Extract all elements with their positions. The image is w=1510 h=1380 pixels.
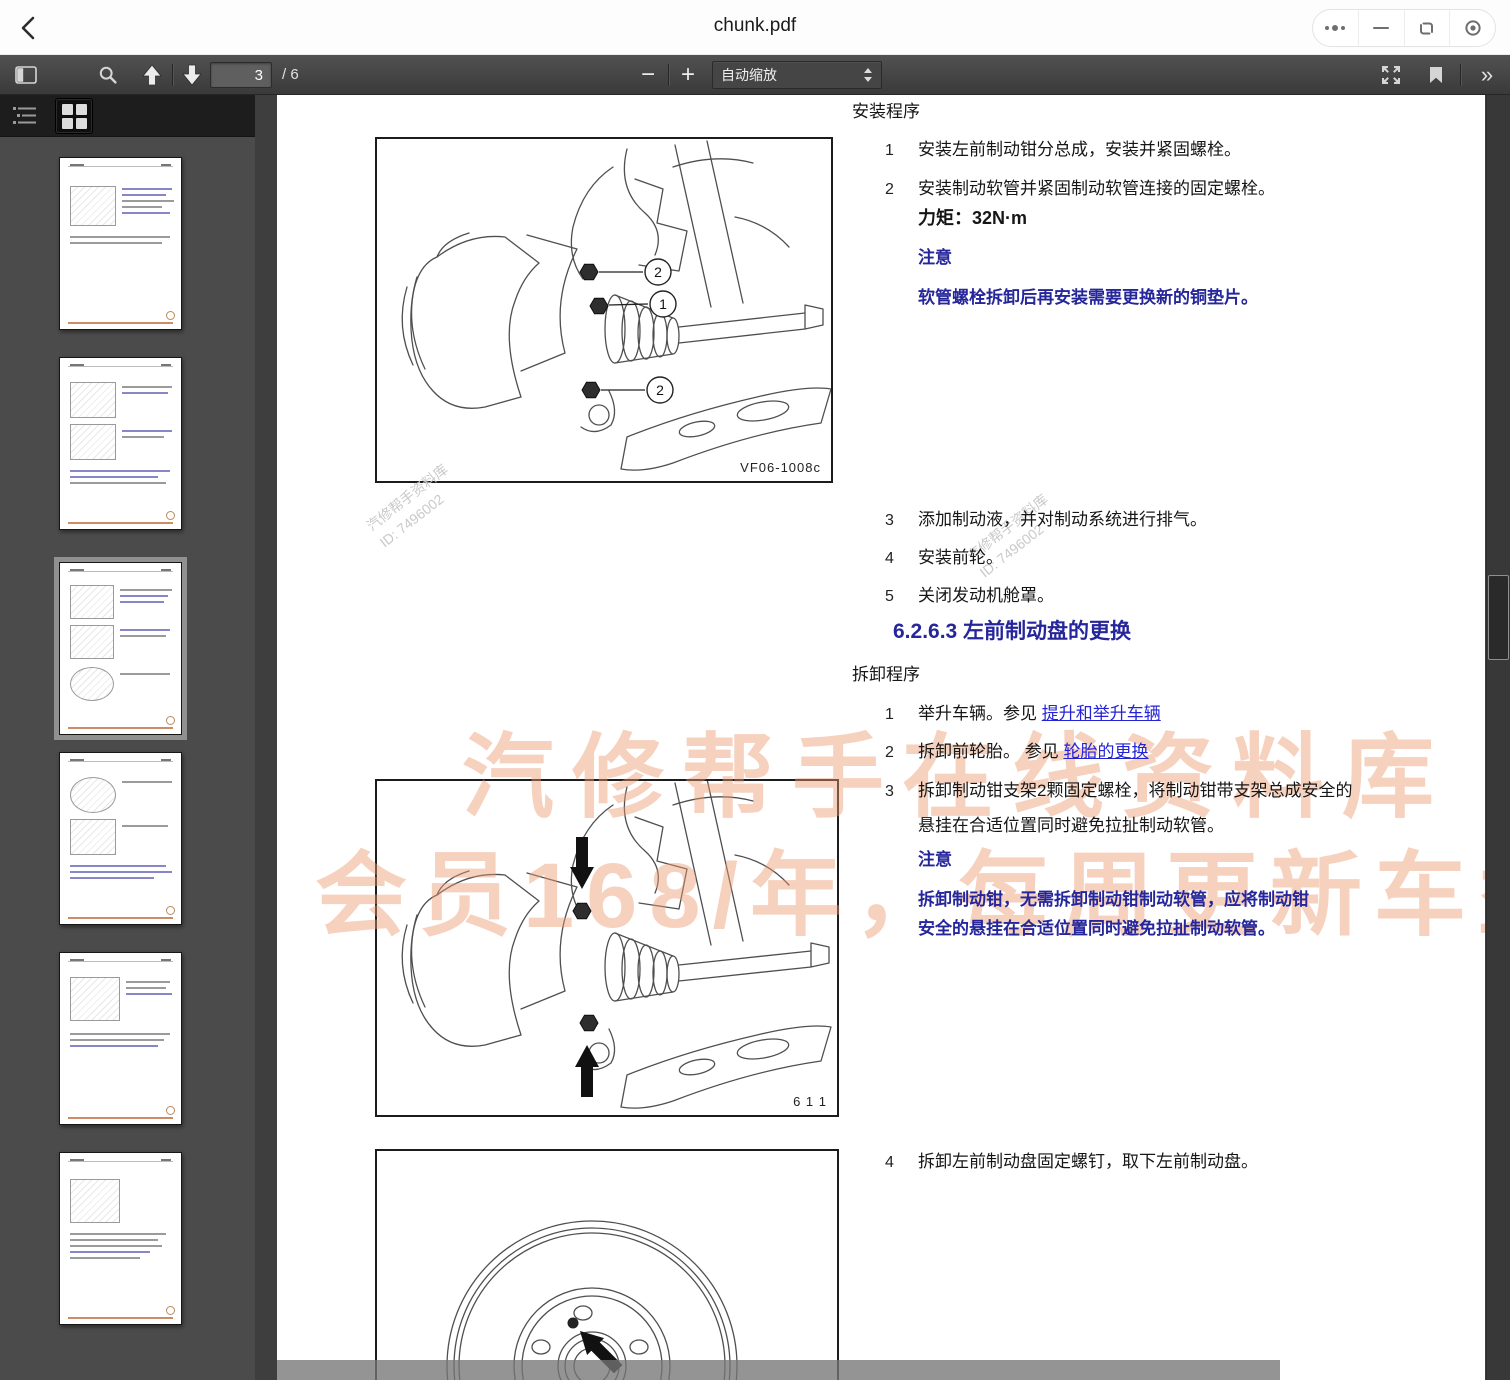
svg-text:2: 2 xyxy=(654,264,662,280)
thumbnails-grid-icon xyxy=(62,104,87,129)
page-total-label: / 6 xyxy=(282,66,299,83)
viewer-area: 汽修帮手在线资料库 会员168/年，每周更新车型 汽修帮手资料库ID: 7496… xyxy=(255,95,1510,1380)
find-button[interactable] xyxy=(92,59,124,91)
pdf-toolbar: / 6 − + 自动缩放 xyxy=(0,55,1510,95)
install-step-3: 3添加制动液，并对制动系统进行排气。 xyxy=(885,505,1207,530)
restore-button[interactable] xyxy=(1404,10,1450,46)
notice1-text: 软管螺栓拆卸后再安装需要更换新的铜垫片。 xyxy=(918,283,1258,308)
thumbnail-page-5[interactable] xyxy=(59,952,182,1125)
direction-arrows xyxy=(570,837,599,1097)
sidebar-toggle-icon xyxy=(15,66,37,84)
figure2-caption: 6 1 1 xyxy=(793,1094,827,1109)
page-number-input[interactable] xyxy=(210,62,272,88)
torque-spec: 力矩：32N·m xyxy=(918,204,1027,230)
zoom-in-button[interactable]: + xyxy=(672,59,704,91)
window-controls-capsule xyxy=(1312,9,1496,47)
thumbnail-page-2[interactable] xyxy=(59,357,182,530)
thumbnail-page-6[interactable] xyxy=(59,1152,182,1325)
section-heading: 6.2.6.3 左前制动盘的更换 xyxy=(893,615,1131,645)
thumbnail-page-1[interactable] xyxy=(59,157,182,330)
toolbar-separator xyxy=(1460,64,1461,86)
thumbnails-view-button[interactable] xyxy=(55,98,93,134)
install-step-4: 4安装前轮。 xyxy=(885,543,1003,568)
toolbar-separator xyxy=(668,64,669,86)
document-title: chunk.pdf xyxy=(714,15,796,37)
more-tools-button[interactable]: » xyxy=(1468,59,1504,91)
presentation-mode-button[interactable] xyxy=(1374,59,1408,91)
pdf-page: 汽修帮手在线资料库 会员168/年，每周更新车型 汽修帮手资料库ID: 7496… xyxy=(277,95,1485,1380)
figure2-drawing xyxy=(377,781,837,1115)
vertical-scrollbar-track[interactable] xyxy=(1486,95,1510,1380)
back-button[interactable] xyxy=(14,12,46,44)
toolbar-separator xyxy=(172,64,173,86)
removal-step-3: 3拆卸制动钳支架2颗固定螺栓，将制动钳带支架总成安全的 xyxy=(885,776,1352,801)
removal-step-2: 2拆卸前轮胎。 参见 轮胎的更换 xyxy=(885,737,1148,762)
double-chevron-icon: » xyxy=(1481,62,1491,88)
removal-step-4: 4拆卸左前制动盘固定螺钉，取下左前制动盘。 xyxy=(885,1147,1258,1172)
horizontal-scrollbar-thumb[interactable] xyxy=(277,1360,1280,1380)
pdf-viewer-window: chunk.pdf xyxy=(0,0,1510,1380)
minimize-icon xyxy=(1373,27,1389,30)
minimize-button[interactable] xyxy=(1358,10,1404,46)
notice2-line2: 安全的悬挂在合适位置同时避免拉扯制动软管。 xyxy=(918,914,1275,939)
notice1-label: 注意 xyxy=(918,243,952,268)
record-button[interactable] xyxy=(1449,10,1495,46)
search-icon xyxy=(98,65,118,85)
zoom-out-label: − xyxy=(641,63,655,87)
install-step-2: 2安装制动软管并紧固制动软管连接的固定螺栓。 xyxy=(885,174,1275,199)
figure3-drawing xyxy=(377,1151,837,1380)
notice2-line1: 拆卸制动钳，无需拆卸制动钳制动软管，应将制动钳 xyxy=(918,885,1309,910)
back-chevron-icon xyxy=(14,12,46,44)
watermark-diagonal: 汽修帮手资料库ID: 7496002 xyxy=(962,489,1065,582)
link-lift-vehicle[interactable]: 提升和举升车辆 xyxy=(1042,704,1161,723)
removal-step-3-line2: 悬挂在合适位置同时避免拉扯制动软管。 xyxy=(918,811,1224,836)
removal-title: 拆卸程序 xyxy=(852,660,920,685)
restore-icon xyxy=(1418,20,1435,37)
zoom-mode-value: 自动缩放 xyxy=(721,65,863,85)
svg-text:1: 1 xyxy=(659,296,667,312)
outline-icon xyxy=(12,104,38,128)
more-options-button[interactable] xyxy=(1313,10,1358,46)
zoom-out-button[interactable]: − xyxy=(632,59,664,91)
titlebar: chunk.pdf xyxy=(0,0,1510,55)
install-step-5: 5关闭发动机舱罩。 xyxy=(885,581,1054,606)
zoom-in-label: + xyxy=(681,63,695,87)
toggle-sidebar-button[interactable] xyxy=(8,59,44,91)
zoom-mode-select[interactable]: 自动缩放 xyxy=(712,61,882,89)
figure-caliper-removal: 6 1 1 xyxy=(375,779,839,1117)
bookmark-icon xyxy=(1429,66,1443,84)
previous-page-button[interactable] xyxy=(136,59,168,91)
select-arrows-icon xyxy=(863,67,873,83)
document-outline-button[interactable] xyxy=(10,102,40,130)
install-step-1: 1安装左前制动钳分总成，安装并紧固螺栓。 xyxy=(885,135,1241,160)
figure-caliper-install: 2 1 2 VF06-1008c xyxy=(375,137,833,483)
thumbnails-sidebar xyxy=(0,95,255,1380)
svg-text:2: 2 xyxy=(656,382,664,398)
notice2-label: 注意 xyxy=(918,845,952,870)
sidebar-header xyxy=(0,95,255,137)
arrow-up-icon xyxy=(142,64,162,86)
disc-set-screw xyxy=(568,1318,579,1329)
arrow-down-icon xyxy=(182,64,202,86)
figure1-callouts: 2 1 2 xyxy=(645,259,676,403)
figure-brake-disc xyxy=(375,1149,839,1380)
link-tire-replacement[interactable]: 轮胎的更换 xyxy=(1063,742,1148,761)
thumbnail-page-4[interactable] xyxy=(59,752,182,925)
more-options-icon xyxy=(1325,25,1345,31)
next-page-button[interactable] xyxy=(176,59,208,91)
figure1-caption: VF06-1008c xyxy=(740,460,821,475)
install-title: 安装程序 xyxy=(852,97,920,122)
removal-step-1: 1举升车辆。参见 提升和举升车辆 xyxy=(885,699,1161,724)
bookmark-button[interactable] xyxy=(1420,59,1452,91)
figure1-drawing: 2 1 2 xyxy=(377,139,831,481)
fullscreen-icon xyxy=(1380,64,1402,86)
vertical-scrollbar-thumb[interactable] xyxy=(1488,575,1509,660)
thumbnail-page-3[interactable] xyxy=(59,562,182,735)
record-icon xyxy=(1464,19,1482,37)
